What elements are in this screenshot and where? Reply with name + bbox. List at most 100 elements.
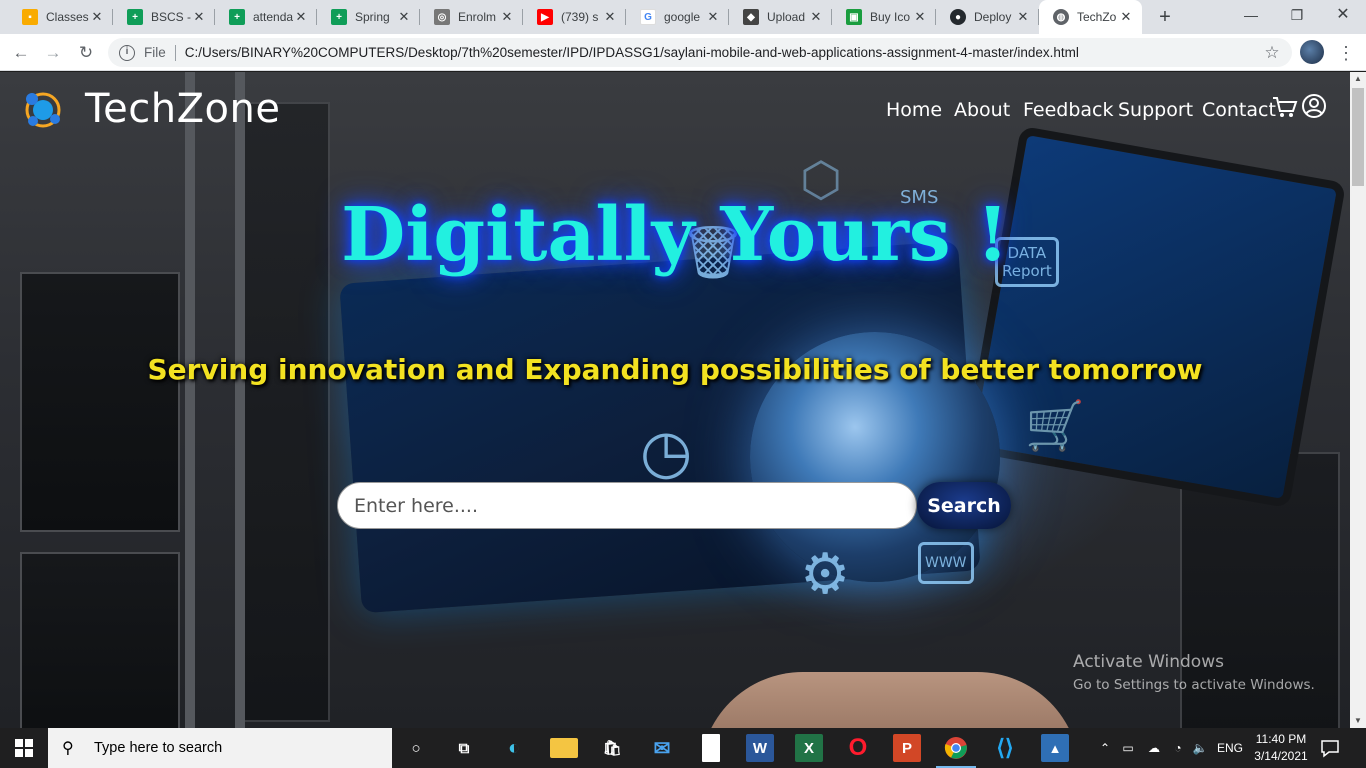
page-scrollbar[interactable]: ▲ ▼ [1350, 72, 1366, 728]
close-icon[interactable]: ✕ [191, 9, 207, 25]
tablet-map-image [963, 125, 1347, 509]
back-arrow-icon[interactable]: ← [8, 40, 34, 66]
store-icon[interactable]: 🛍 [598, 734, 626, 762]
google-icon: G [640, 9, 656, 25]
restore-button[interactable]: ❐ [1274, 0, 1320, 30]
clock-date: 3/14/2021 [1254, 749, 1308, 763]
vscode-icon[interactable]: ⟨⟩ [991, 734, 1019, 762]
clock-icon: ◷ [640, 417, 693, 487]
search-input[interactable] [337, 482, 917, 529]
nav-support-link[interactable]: Support [1118, 99, 1193, 121]
mail-icon[interactable]: ✉ [648, 734, 676, 762]
scheme-label: File [144, 45, 166, 60]
techzone-logo-icon[interactable] [22, 89, 64, 131]
cart-icon[interactable] [1272, 94, 1298, 120]
nav-home-link[interactable]: Home [886, 99, 942, 121]
browser-tab[interactable]: ▶ (739) s ✕ [523, 0, 626, 34]
taskbar-search-placeholder: Type here to search [94, 740, 223, 756]
profile-avatar[interactable] [1300, 40, 1324, 64]
reload-icon[interactable]: ↻ [73, 40, 99, 66]
windows-start-button[interactable] [0, 728, 48, 768]
file-explorer-icon[interactable] [550, 738, 578, 758]
browser-tab[interactable]: + Spring ✕ [317, 0, 420, 34]
browser-tab[interactable]: ▣ Buy Ico ✕ [832, 0, 936, 34]
nav-contact-link[interactable]: Contact [1202, 99, 1276, 121]
photos-icon[interactable]: ▲ [1041, 734, 1069, 762]
windows-logo-icon [15, 739, 33, 757]
notepad-icon[interactable] [702, 734, 720, 762]
scroll-up-arrow-icon[interactable]: ▲ [1350, 72, 1366, 86]
scroll-thumb[interactable] [1352, 88, 1364, 186]
powerpoint-icon[interactable]: P [893, 734, 921, 762]
task-view-icon[interactable]: ⧉ [450, 734, 478, 762]
server-rack-image [20, 552, 180, 728]
sheets-icon: + [331, 9, 347, 25]
browser-tab-active[interactable]: ◍ TechZo ✕ [1039, 0, 1142, 34]
opera-icon[interactable]: O [844, 734, 872, 762]
new-tab-button[interactable]: + [1152, 4, 1178, 30]
globe-icon: ◍ [1053, 9, 1069, 25]
chrome-icon[interactable] [942, 734, 970, 762]
close-icon[interactable]: ✕ [912, 9, 928, 25]
minimize-button[interactable]: — [1228, 0, 1274, 30]
url-text[interactable]: C:/Users/BINARY%20COMPUTERS/Desktop/7th%… [185, 45, 1260, 60]
close-icon[interactable]: ✕ [705, 9, 721, 25]
menu-kebab-icon[interactable]: ⋮ [1334, 40, 1358, 66]
user-account-icon[interactable] [1301, 93, 1327, 119]
word-icon[interactable]: W [746, 734, 774, 762]
browser-tab[interactable]: + BSCS - ✕ [113, 0, 215, 34]
close-icon[interactable]: ✕ [1015, 9, 1031, 25]
close-icon[interactable]: ✕ [396, 9, 412, 25]
browser-tab[interactable]: ◎ Enrolm ✕ [420, 0, 523, 34]
hero-title: Digitally Yours ! [341, 192, 1009, 278]
hero-subtitle: Serving innovation and Expanding possibi… [147, 353, 1203, 386]
close-window-button[interactable]: ✕ [1320, 0, 1366, 30]
search-button[interactable]: Search [917, 482, 1011, 529]
close-icon[interactable]: ✕ [499, 9, 515, 25]
bookmark-star-icon[interactable]: ☆ [1260, 43, 1284, 63]
browser-tab[interactable]: ◆ Upload ✕ [729, 0, 832, 34]
browser-tab[interactable]: + attenda ✕ [215, 0, 317, 34]
info-icon[interactable]: i [119, 44, 135, 61]
close-icon[interactable]: ✕ [89, 9, 105, 25]
notification-center-icon[interactable] [1318, 736, 1342, 760]
edge-icon[interactable]: ◐ [500, 734, 528, 762]
close-icon[interactable]: ✕ [293, 9, 309, 25]
battery-icon[interactable]: ▭ [1118, 728, 1138, 768]
scroll-down-arrow-icon[interactable]: ▼ [1350, 714, 1366, 728]
browser-tab[interactable]: ● Deploy ✕ [936, 0, 1039, 34]
volume-mute-icon[interactable]: 🔈 [1190, 728, 1210, 768]
classroom-icon: ▪ [22, 9, 38, 25]
clock-time: 11:40 PM [1255, 732, 1307, 746]
taskbar-clock[interactable]: 11:40 PM 3/14/2021 [1250, 731, 1312, 765]
taskbar-search-box[interactable]: ⚲ Type here to search [48, 728, 392, 768]
hand-image [700, 672, 1080, 728]
browser-tab[interactable]: ▪ Classes ✕ [8, 0, 113, 34]
windows-taskbar: ⚲ Type here to search ○ ⧉ ◐ 🛍 ✉ W X O P … [0, 728, 1366, 768]
buy-icon: ▣ [846, 9, 862, 25]
server-rack-image [20, 272, 180, 532]
activate-windows-title: Activate Windows [1073, 652, 1224, 672]
wifi-icon[interactable]: ◔ [1168, 728, 1188, 768]
close-icon[interactable]: ✕ [602, 9, 618, 25]
browser-tab[interactable]: G google ✕ [626, 0, 729, 34]
www-icon: WWW [918, 542, 974, 584]
onedrive-icon[interactable]: ☁ [1143, 728, 1165, 768]
address-bar[interactable]: i File C:/Users/BINARY%20COMPUTERS/Deskt… [108, 38, 1292, 67]
forward-arrow-icon[interactable]: → [40, 40, 66, 66]
github-icon: ● [950, 9, 966, 25]
cortana-icon[interactable]: ○ [402, 734, 430, 762]
language-indicator[interactable]: ENG [1214, 728, 1246, 768]
sheets-icon: + [229, 9, 245, 25]
site-brand[interactable]: TechZone [85, 86, 280, 132]
nav-about-link[interactable]: About [954, 99, 1010, 121]
excel-icon[interactable]: X [795, 734, 823, 762]
nav-feedback-link[interactable]: Feedback [1023, 99, 1113, 121]
youtube-icon: ▶ [537, 9, 553, 25]
browser-toolbar: ← → ↻ i File C:/Users/BINARY%20COMPUTERS… [0, 34, 1366, 71]
search-icon: ⚲ [62, 740, 74, 757]
close-icon[interactable]: ✕ [1118, 9, 1134, 25]
tray-overflow-chevron-icon[interactable]: ⌃ [1096, 728, 1114, 768]
gear-icon: ⚙ [800, 542, 851, 607]
close-icon[interactable]: ✕ [808, 9, 824, 25]
